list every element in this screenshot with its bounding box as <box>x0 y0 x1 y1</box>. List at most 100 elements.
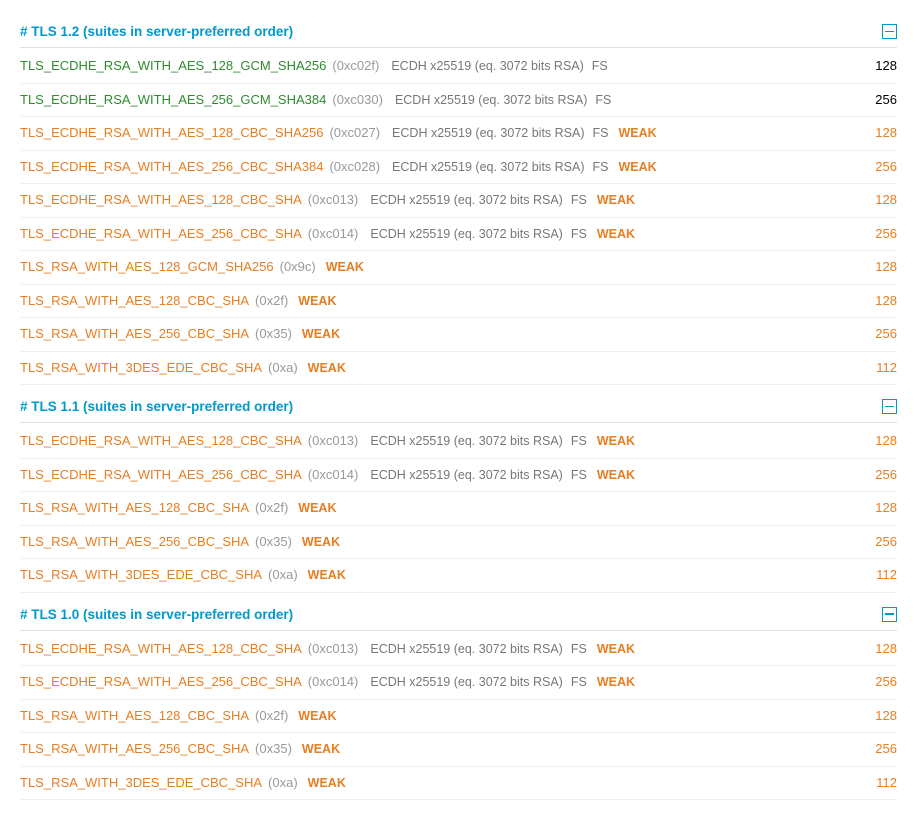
weak-label: WEAK <box>308 775 346 793</box>
weak-label: WEAK <box>597 192 635 210</box>
cipher-suite-hex: (0x35) <box>255 325 292 343</box>
cipher-suite-hex: (0xc030) <box>332 91 383 109</box>
cipher-row-left: TLS_ECDHE_RSA_WITH_AES_256_CBC_SHA(0xc01… <box>20 225 857 244</box>
cipher-row: TLS_RSA_WITH_AES_128_CBC_SHA(0x2f)WEAK12… <box>20 700 897 734</box>
cipher-suite-name[interactable]: TLS_ECDHE_RSA_WITH_AES_256_CBC_SHA <box>20 466 302 484</box>
cipher-suite-name[interactable]: TLS_RSA_WITH_AES_256_CBC_SHA <box>20 740 249 758</box>
weak-label: WEAK <box>597 433 635 451</box>
cipher-suite-name[interactable]: TLS_RSA_WITH_AES_128_CBC_SHA <box>20 499 249 517</box>
cipher-suite-hex: (0xa) <box>268 359 298 377</box>
cipher-row: TLS_RSA_WITH_3DES_EDE_CBC_SHA (0xa) WEAK 11… <box>20 767 897 801</box>
cipher-row-left: TLS_RSA_WITH_AES_128_CBC_SHA (0x2f) WEAK <box>20 292 857 311</box>
cipher-row-left: TLS_ECDHE_RSA_WITH_AES_128_CBC_SHA256 (0x… <box>20 124 857 143</box>
weak-label: WEAK <box>308 567 346 585</box>
cipher-bits: 128 <box>857 124 897 142</box>
section-title: # TLS 1.0 (suites in server-preferred or… <box>20 607 293 622</box>
cipher-suite-hex: (0x35) <box>255 533 292 551</box>
cipher-row: TLS_RSA_WITH_AES_256_CBC_SHA(0x35)WEAK25… <box>20 733 897 767</box>
cipher-suite-name[interactable]: TLS_RSA_WITH_AES_128_CBC_SHA <box>20 707 249 725</box>
cipher-bits: 256 <box>857 158 897 176</box>
cipher-suite-hex: (0xc028) <box>329 158 380 176</box>
section-header: # TLS 1.1 (suites in server-preferred or… <box>20 393 897 423</box>
cipher-bits: 128 <box>857 499 897 517</box>
cipher-bits: 256 <box>857 225 897 243</box>
cipher-suite-hex: (0x2f) <box>255 707 288 725</box>
cipher-row: TLS_ECDHE_RSA_WITH_AES_128_CBC_SHA(0xc01… <box>20 184 897 218</box>
cipher-bits: 256 <box>857 673 897 691</box>
cipher-row: TLS_ECDHE_RSA_WITH_AES_128_CBC_SHA(0xc01… <box>20 633 897 667</box>
cipher-row-left: TLS_ECDHE_RSA_WITH_AES_256_CBC_SHA(0xc01… <box>20 673 857 692</box>
weak-label: WEAK <box>597 467 635 485</box>
weak-label: WEAK <box>298 293 336 311</box>
collapse-button[interactable] <box>882 24 897 39</box>
cipher-suite-name[interactable]: TLS_ECDHE_RSA_WITH_AES_128_CBC_SHA256 <box>20 124 323 142</box>
cipher-suite-name[interactable]: TLS_ECDHE_RSA_WITH_AES_128_CBC_SHA <box>20 432 302 450</box>
cipher-row-left: TLS_RSA_WITH_3DES_EDE_CBC_SHA(0xa)WEAK <box>20 359 857 378</box>
cipher-suite-name[interactable]: TLS_ECDHE_RSA_WITH_AES_256_CBC_SHA <box>20 225 302 243</box>
cipher-suite-name[interactable]: TLS_ECDHE_RSA_WITH_AES_256_GCM_SHA384 <box>20 91 326 109</box>
weak-label: WEAK <box>298 708 336 726</box>
cipher-suite-hex: (0xc02f) <box>332 57 379 75</box>
forward-secrecy-badge: FS <box>593 159 609 177</box>
cipher-suite-name[interactable]: TLS_ECDHE_RSA_WITH_AES_128_CBC_SHA <box>20 191 302 209</box>
forward-secrecy-badge: FS <box>571 433 587 451</box>
cipher-bits: 256 <box>857 91 897 109</box>
cipher-row: TLS_RSA_WITH_AES_128_GCM_SHA256(0x9c)WEA… <box>20 251 897 285</box>
cipher-row: TLS_RSA_WITH_AES_128_CBC_SHA(0x2f)WEAK12… <box>20 492 897 526</box>
cipher-bits: 128 <box>857 191 897 209</box>
section-header: # TLS 1.0 (suites in server-preferred or… <box>20 601 897 631</box>
weak-label: WEAK <box>597 641 635 659</box>
cipher-suite-hex: (0xc027) <box>329 124 380 142</box>
weak-label: WEAK <box>302 741 340 759</box>
cipher-suite-name[interactable]: TLS_ECDHE_RSA_WITH_AES_256_CBC_SHA384 <box>20 158 323 176</box>
key-exchange-info: ECDH x25519 (eq. 3072 bits RSA) <box>370 674 562 692</box>
key-exchange-info: ECDH x25519 (eq. 3072 bits RSA) <box>370 192 562 210</box>
weak-label: WEAK <box>619 159 657 177</box>
cipher-bits: 256 <box>857 325 897 343</box>
cipher-suite-name[interactable]: TLS_RSA_WITH_AES_128_CBC_SHA <box>20 292 249 310</box>
key-exchange-info: ECDH x25519 (eq. 3072 bits RSA) <box>391 58 583 76</box>
cipher-row: TLS_ECDHE_RSA_WITH_AES_256_CBC_SHA(0xc01… <box>20 666 897 700</box>
cipher-suite-hex: (0x2f) <box>255 292 288 310</box>
cipher-row-left: TLS_ECDHE_RSA_WITH_AES_128_CBC_SHA(0xc01… <box>20 191 857 210</box>
cipher-row: TLS_RSA_WITH_AES_256_CBC_SHA(0x35)WEAK25… <box>20 318 897 352</box>
cipher-suite-name[interactable]: TLS_RSA_WITH_AES_256_CBC_SHA <box>20 533 249 551</box>
cipher-row-left: TLS_ECDHE_RSA_WITH_AES_128_CBC_SHA(0xc01… <box>20 432 857 451</box>
cipher-suite-name[interactable]: TLS_ECDHE_RSA_WITH_AES_128_CBC_SHA <box>20 640 302 658</box>
weak-label: WEAK <box>597 674 635 692</box>
forward-secrecy-badge: FS <box>595 92 611 110</box>
cipher-bits: 128 <box>857 640 897 658</box>
forward-secrecy-badge: FS <box>571 192 587 210</box>
cipher-suite-hex: (0xc014) <box>308 466 359 484</box>
cipher-row: TLS_ECDHE_RSA_WITH_AES_128_CBC_SHA256 (0x… <box>20 117 897 151</box>
cipher-row: TLS_RSA_WITH_AES_128_CBC_SHA(0x2f)WEAK12… <box>20 285 897 319</box>
cipher-row: TLS_ECDHE_RSA_WITH_AES_128_GCM_SHA256 (0x… <box>20 50 897 84</box>
cipher-suite-hex: (0x2f) <box>255 499 288 517</box>
collapse-button[interactable] <box>882 399 897 414</box>
key-exchange-info: ECDH x25519 (eq. 3072 bits RSA) <box>392 125 584 143</box>
cipher-suite-hex: (0xa) <box>268 774 298 792</box>
key-exchange-info: ECDH x25519 (eq. 3072 bits RSA) <box>370 467 562 485</box>
minus-icon <box>885 406 894 408</box>
key-exchange-info: ECDH x25519 (eq. 3072 bits RSA) <box>392 159 584 177</box>
cipher-row-left: TLS_RSA_WITH_3DES_EDE_CBC_SHA(0xa)WEAK <box>20 566 857 585</box>
cipher-row: TLS_ECDHE_RSA_WITH_AES_256_CBC_SHA384 (0x… <box>20 151 897 185</box>
cipher-bits: 112 <box>857 774 897 792</box>
cipher-row-left: TLS_RSA_WITH_AES_128_CBC_SHA (0x2f) WEAK <box>20 707 857 726</box>
minus-icon <box>885 613 894 615</box>
cipher-row-left: TLS_RSA_WITH_AES_256_CBC_SHA(0x35)WEAK <box>20 533 857 552</box>
forward-secrecy-badge: FS <box>571 674 587 692</box>
cipher-suite-name[interactable]: TLS_RSA_WITH_AES_256_CBC_SHA <box>20 325 249 343</box>
cipher-suite-name[interactable]: TLS_ECDHE_RSA_WITH_AES_128_GCM_SHA256 <box>20 57 326 75</box>
cipher-suite-name[interactable]: TLS_ECDHE_RSA_WITH_AES_256_CBC_SHA <box>20 673 302 691</box>
cipher-suite-name[interactable]: TLS_RSA_WITH_AES_128_GCM_SHA256 <box>20 258 274 276</box>
tls-section: # TLS 1.0 (suites in server-preferred or… <box>20 601 897 801</box>
cipher-suite-name[interactable]: TLS_RSA_WITH_3DES_EDE_CBC_SHA <box>20 566 262 584</box>
cipher-row-left: TLS_RSA_WITH_AES_128_GCM_SHA256(0x9c)WEA… <box>20 258 857 277</box>
collapse-button[interactable] <box>882 607 897 622</box>
cipher-row-left: TLS_ECDHE_RSA_WITH_AES_256_CBC_SHA (0xc01… <box>20 466 857 485</box>
cipher-suite-name[interactable]: TLS_RSA_WITH_3DES_EDE_CBC_SHA <box>20 774 262 792</box>
tls-section: # TLS 1.1 (suites in server-preferred or… <box>20 393 897 593</box>
cipher-suite-name[interactable]: TLS_RSA_WITH_3DES_EDE_CBC_SHA <box>20 359 262 377</box>
cipher-bits: 112 <box>857 566 897 584</box>
